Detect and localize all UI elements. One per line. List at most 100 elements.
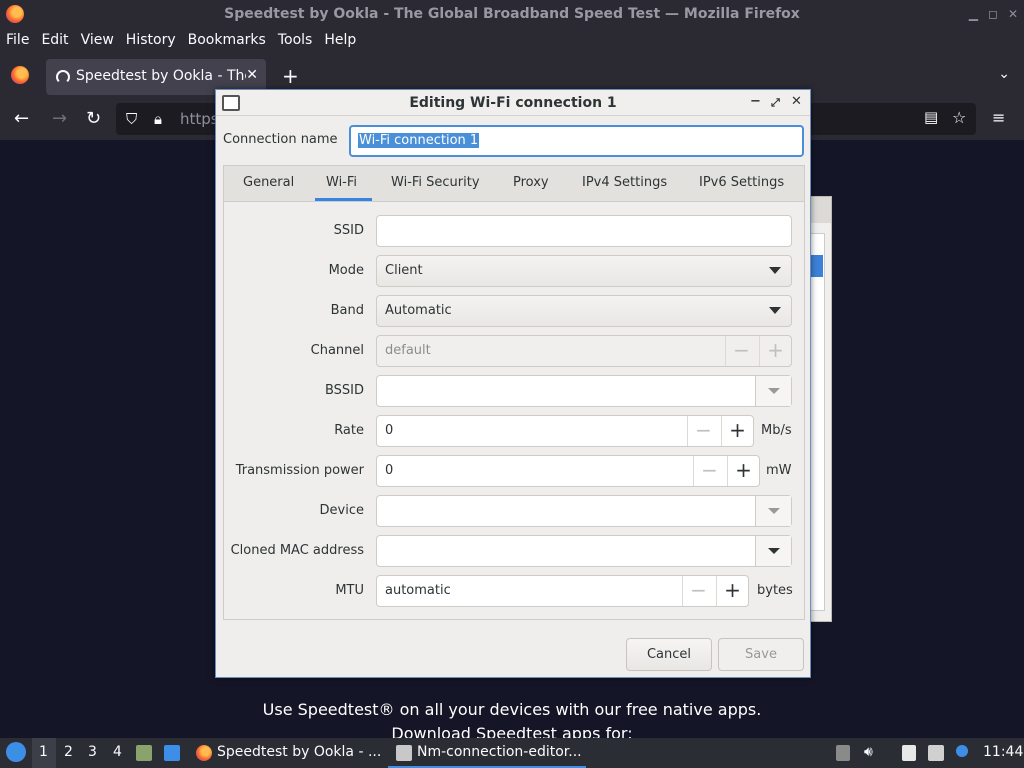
window-titlebar: Speedtest by Ookla - The Global Broadban… [0,0,1024,30]
reader-view-icon[interactable]: ▤ [924,108,938,126]
txpower-spinbutton[interactable]: 0 − + [376,455,760,487]
menu-bookmarks[interactable]: Bookmarks [182,30,272,54]
cancel-button[interactable]: Cancel [626,638,712,671]
txpower-value[interactable]: 0 [385,463,393,478]
forward-icon[interactable]: → [52,108,67,129]
chevron-down-icon [768,548,780,554]
network-app-icon [396,745,412,761]
taskbar-firefox[interactable]: Speedtest by Ookla - ... [217,744,381,760]
update-notification-icon[interactable] [956,745,968,757]
mtu-value[interactable]: automatic [385,583,451,598]
clipboard-icon[interactable] [836,745,850,761]
clock: 11:44 [983,744,1024,760]
txpower-label: Transmission power [235,463,364,478]
ssid-label: SSID [333,223,364,238]
txpower-increment-icon[interactable]: + [727,456,759,486]
mode-select[interactable]: Client [376,255,792,287]
volume-icon[interactable]: 🔊︎ [864,744,873,760]
tab-wifi-security[interactable]: Wi-Fi Security [391,175,480,190]
band-label: Band [330,303,364,318]
connection-name-input[interactable]: Wi-Fi connection 1 [349,125,804,157]
channel-spinbutton[interactable]: default − + [376,335,792,367]
menu-history[interactable]: History [120,30,182,54]
minimize-icon[interactable]: ▁ [969,7,978,21]
file-manager-icon[interactable] [136,745,152,761]
taskbar-nm-connection-editor[interactable]: Nm-connection-editor... [417,744,582,760]
dialog-maximize-icon[interactable]: ⤢ [771,96,780,110]
dialog-title: Editing Wi-Fi connection 1 [409,95,617,111]
new-tab-icon[interactable]: + [282,64,299,88]
workspace-4[interactable]: 4 [113,744,122,760]
rate-increment-icon[interactable]: + [721,416,753,446]
menu-hamburger-icon[interactable]: ≡ [992,108,1005,127]
txpower-decrement-icon[interactable]: − [693,456,725,486]
channel-label: Channel [310,343,364,358]
bssid-combo[interactable] [376,375,792,407]
tab-proxy[interactable]: Proxy [513,175,549,190]
rate-decrement-icon[interactable]: − [687,416,719,446]
rate-spinbutton[interactable]: 0 − + [376,415,754,447]
menu-help[interactable]: Help [318,30,362,54]
promo-subtext: Download Speedtest apps for: [391,724,633,738]
workspace-1[interactable]: 1 [39,744,48,760]
cloned-mac-label: Cloned MAC address [230,543,364,558]
desktop-icon[interactable] [164,745,180,761]
chevron-down-icon [769,307,781,314]
promo-text: Use Speedtest® on all your devices with … [262,700,762,719]
window-controls: ▁ ◻ ✕ [969,7,1018,21]
reload-icon[interactable]: ↻ [86,108,101,129]
menu-file[interactable]: File [0,30,35,54]
mtu-increment-icon[interactable]: + [716,576,748,606]
url-text[interactable]: https [180,110,219,128]
cloned-mac-dropdown-button[interactable] [755,536,791,566]
chevron-down-icon[interactable]: ⌄ [998,66,1010,82]
tab-general[interactable]: General [243,175,294,190]
channel-value: default [385,343,431,358]
connection-name-label: Connection name [223,132,338,147]
cloned-mac-combo[interactable] [376,535,792,567]
menu-edit[interactable]: Edit [35,30,74,54]
tab-wifi[interactable]: Wi-Fi [326,175,357,190]
notes-icon[interactable] [902,745,916,761]
tab-label: Speedtest by Ookla - The Global Broadban… [76,68,246,84]
save-button[interactable]: Save [718,638,804,671]
channel-decrement-icon: − [725,336,757,366]
firefox-view-icon[interactable] [11,66,29,84]
mtu-decrement-icon[interactable]: − [682,576,714,606]
workspace-2[interactable]: 2 [64,744,73,760]
dialog-close-icon[interactable]: ✕ [791,94,802,109]
device-combo[interactable] [376,495,792,527]
menu-tools[interactable]: Tools [272,30,319,54]
wifi-settings-page: SSID Mode Client Band Automatic Channel … [223,201,805,620]
rate-value[interactable]: 0 [385,423,393,438]
txpower-unit: mW [766,463,792,478]
edit-connection-dialog: Editing Wi-Fi connection 1 − ⤢ ✕ Connect… [215,89,811,678]
back-icon[interactable]: ← [14,108,29,129]
chevron-down-icon [769,267,781,274]
dialog-tabs: General Wi-Fi Wi-Fi Security Proxy IPv4 … [223,165,805,201]
dialog-minimize-icon[interactable]: − [750,94,761,109]
device-dropdown-button[interactable] [755,496,791,526]
bssid-label: BSSID [324,383,364,398]
menu-bar: File Edit View History Bookmarks Tools H… [0,30,1024,54]
tab-ipv4-settings[interactable]: IPv4 Settings [582,175,667,190]
network-status-icon[interactable] [928,745,944,761]
device-label: Device [319,503,364,518]
tab-close-icon[interactable]: ✕ [246,67,258,83]
tab-ipv6-settings[interactable]: IPv6 Settings [699,175,784,190]
mtu-spinbutton[interactable]: automatic − + [376,575,749,607]
ssid-input[interactable] [376,215,792,247]
workspace-3[interactable]: 3 [88,744,97,760]
start-menu-icon[interactable] [6,742,26,762]
bssid-dropdown-button[interactable] [755,376,791,406]
close-icon[interactable]: ✕ [1008,7,1018,21]
rate-label: Rate [334,423,364,438]
lock-icon[interactable]: 🔒︎ [154,110,162,128]
maximize-icon[interactable]: ◻ [988,7,998,21]
bookmark-star-icon[interactable]: ☆ [952,108,966,127]
band-select[interactable]: Automatic [376,295,792,327]
speedtest-icon [56,70,70,84]
connection-name-value[interactable]: Wi-Fi connection 1 [358,133,480,148]
shield-icon[interactable]: ⛉ [126,110,137,128]
menu-view[interactable]: View [75,30,120,54]
